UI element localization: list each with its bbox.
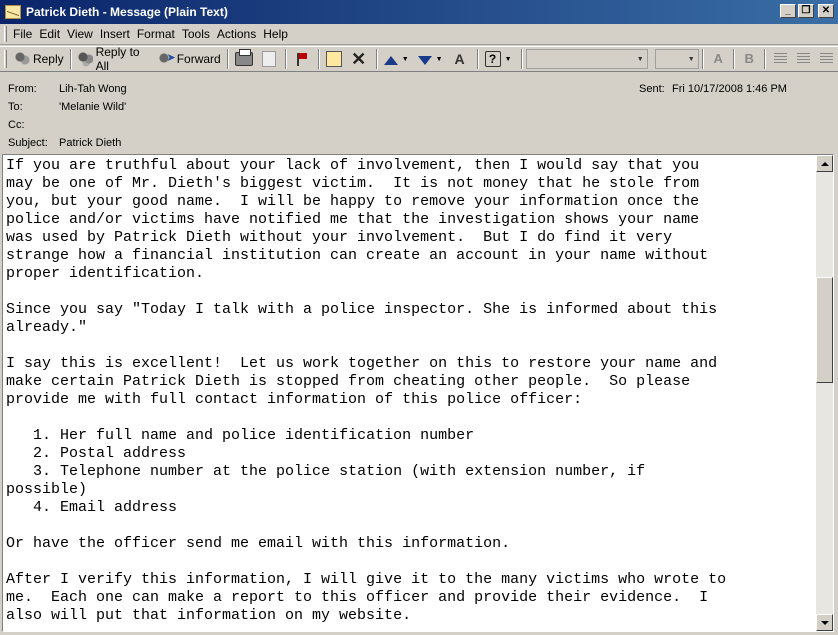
- message-body[interactable]: If you are truthful about your lack of i…: [6, 157, 816, 629]
- scroll-thumb[interactable]: [816, 277, 833, 383]
- toolbar-separator: [763, 49, 766, 69]
- scroll-up-button[interactable]: [816, 155, 833, 172]
- minimize-button[interactable]: _: [780, 4, 796, 18]
- sent-row: Sent: Fri 10/17/2008 1:46 PM: [639, 83, 787, 95]
- menu-grip[interactable]: [4, 26, 7, 42]
- bold-icon[interactable]: B: [742, 51, 757, 67]
- print-button[interactable]: [232, 48, 259, 70]
- reply-icon: [13, 51, 30, 67]
- toolbar-separator: [520, 49, 523, 69]
- cc-label: Cc:: [8, 119, 25, 131]
- scroll-down-button[interactable]: [816, 614, 833, 631]
- font-name-select[interactable]: ▼: [525, 49, 648, 69]
- forward-icon: [157, 51, 176, 67]
- to-row: To: 'Melanie Wild': [8, 101, 126, 113]
- delete-icon: ✕: [351, 49, 367, 69]
- reply-label: Reply: [32, 52, 64, 66]
- to-label: To:: [8, 101, 23, 113]
- menu-bar: File Edit View Insert Format Tools Actio…: [0, 24, 838, 45]
- reply-all-icon: [77, 51, 93, 67]
- delete-button[interactable]: ✕: [348, 48, 373, 70]
- arrow-down-icon: [417, 56, 432, 65]
- subject-row: Subject: Patrick Dieth: [8, 137, 121, 149]
- menu-tools[interactable]: Tools: [182, 27, 216, 41]
- forward-button[interactable]: Forward: [155, 48, 224, 70]
- arrow-up-icon: [820, 161, 829, 166]
- to-value[interactable]: 'Melanie Wild': [59, 101, 126, 113]
- envelope-icon: [5, 5, 21, 19]
- font-color-icon[interactable]: A: [711, 51, 726, 67]
- menu-insert[interactable]: Insert: [100, 27, 136, 41]
- copy-button[interactable]: [259, 48, 282, 70]
- forward-label: Forward: [176, 52, 221, 66]
- help-button[interactable]: ? ▼: [482, 48, 518, 70]
- subject-value: Patrick Dieth: [59, 137, 122, 149]
- vertical-scrollbar[interactable]: [816, 155, 833, 631]
- toolbar-separator: [284, 49, 287, 69]
- move-to-folder-button[interactable]: [323, 48, 348, 70]
- toolbar-separator: [701, 49, 704, 69]
- folder-move-icon: [325, 51, 342, 67]
- cc-row: Cc:: [8, 119, 59, 131]
- restore-button[interactable]: ❐: [798, 4, 814, 18]
- menu-help[interactable]: Help: [263, 27, 294, 41]
- menu-format[interactable]: Format: [137, 27, 181, 41]
- reply-all-button[interactable]: Reply to All: [75, 45, 155, 73]
- chevron-down-icon[interactable]: ▼: [436, 56, 443, 63]
- sent-value: Fri 10/17/2008 1:46 PM: [672, 83, 787, 95]
- subject-label: Subject:: [8, 137, 48, 149]
- reply-all-label: Reply to All: [95, 45, 140, 73]
- toolbar-grip[interactable]: [4, 50, 7, 68]
- flag-icon: [293, 51, 309, 67]
- standard-toolbar: Reply Reply to All Forward ✕ ▼ ▼ A ? ▼: [0, 45, 838, 73]
- toolbar-separator: [476, 49, 479, 69]
- reply-button[interactable]: Reply: [11, 48, 67, 70]
- from-row: From: Lih-Tah Wong: [8, 83, 127, 95]
- chevron-down-icon[interactable]: ▼: [505, 56, 512, 63]
- arrow-up-icon: [383, 56, 398, 65]
- from-label: From:: [8, 83, 37, 95]
- help-icon: ?: [484, 51, 501, 67]
- menu-edit[interactable]: Edit: [39, 27, 66, 41]
- copy-icon: [261, 51, 276, 67]
- title-bar: Patrick Dieth - Message (Plain Text) _ ❐…: [0, 0, 838, 24]
- message-header: From: Lih-Tah Wong Sent: Fri 10/17/2008 …: [0, 73, 838, 154]
- follow-up-button[interactable]: [290, 48, 315, 70]
- toolbar-separator: [732, 49, 735, 69]
- sent-label: Sent:: [639, 83, 665, 95]
- next-item-button[interactable]: ▼: [415, 48, 449, 70]
- arrow-down-icon: [820, 620, 829, 625]
- printer-icon: [234, 49, 253, 66]
- previous-item-button[interactable]: ▼: [381, 48, 415, 70]
- from-value[interactable]: Lih-Tah Wong: [59, 83, 127, 95]
- indent-icon[interactable]: [819, 53, 834, 65]
- menu-file[interactable]: File: [13, 27, 38, 41]
- address-book-button[interactable]: A: [449, 48, 474, 70]
- toolbar-separator: [317, 49, 320, 69]
- address-book-icon: A: [454, 51, 465, 67]
- menu-actions[interactable]: Actions: [217, 27, 262, 41]
- toolbar-separator: [226, 49, 229, 69]
- window-controls: _ ❐ ✕: [780, 4, 834, 18]
- toolbar-separator: [375, 49, 378, 69]
- toolbar-separator: [69, 49, 72, 69]
- menu-view[interactable]: View: [67, 27, 99, 41]
- message-body-frame: If you are truthful about your lack of i…: [2, 154, 834, 632]
- close-button[interactable]: ✕: [818, 4, 834, 18]
- align-left-icon[interactable]: [773, 53, 787, 65]
- font-size-select[interactable]: ▼: [655, 49, 699, 69]
- window-title: Patrick Dieth - Message (Plain Text): [26, 5, 228, 19]
- chevron-down-icon[interactable]: ▼: [402, 56, 409, 63]
- bullets-icon[interactable]: [796, 53, 810, 65]
